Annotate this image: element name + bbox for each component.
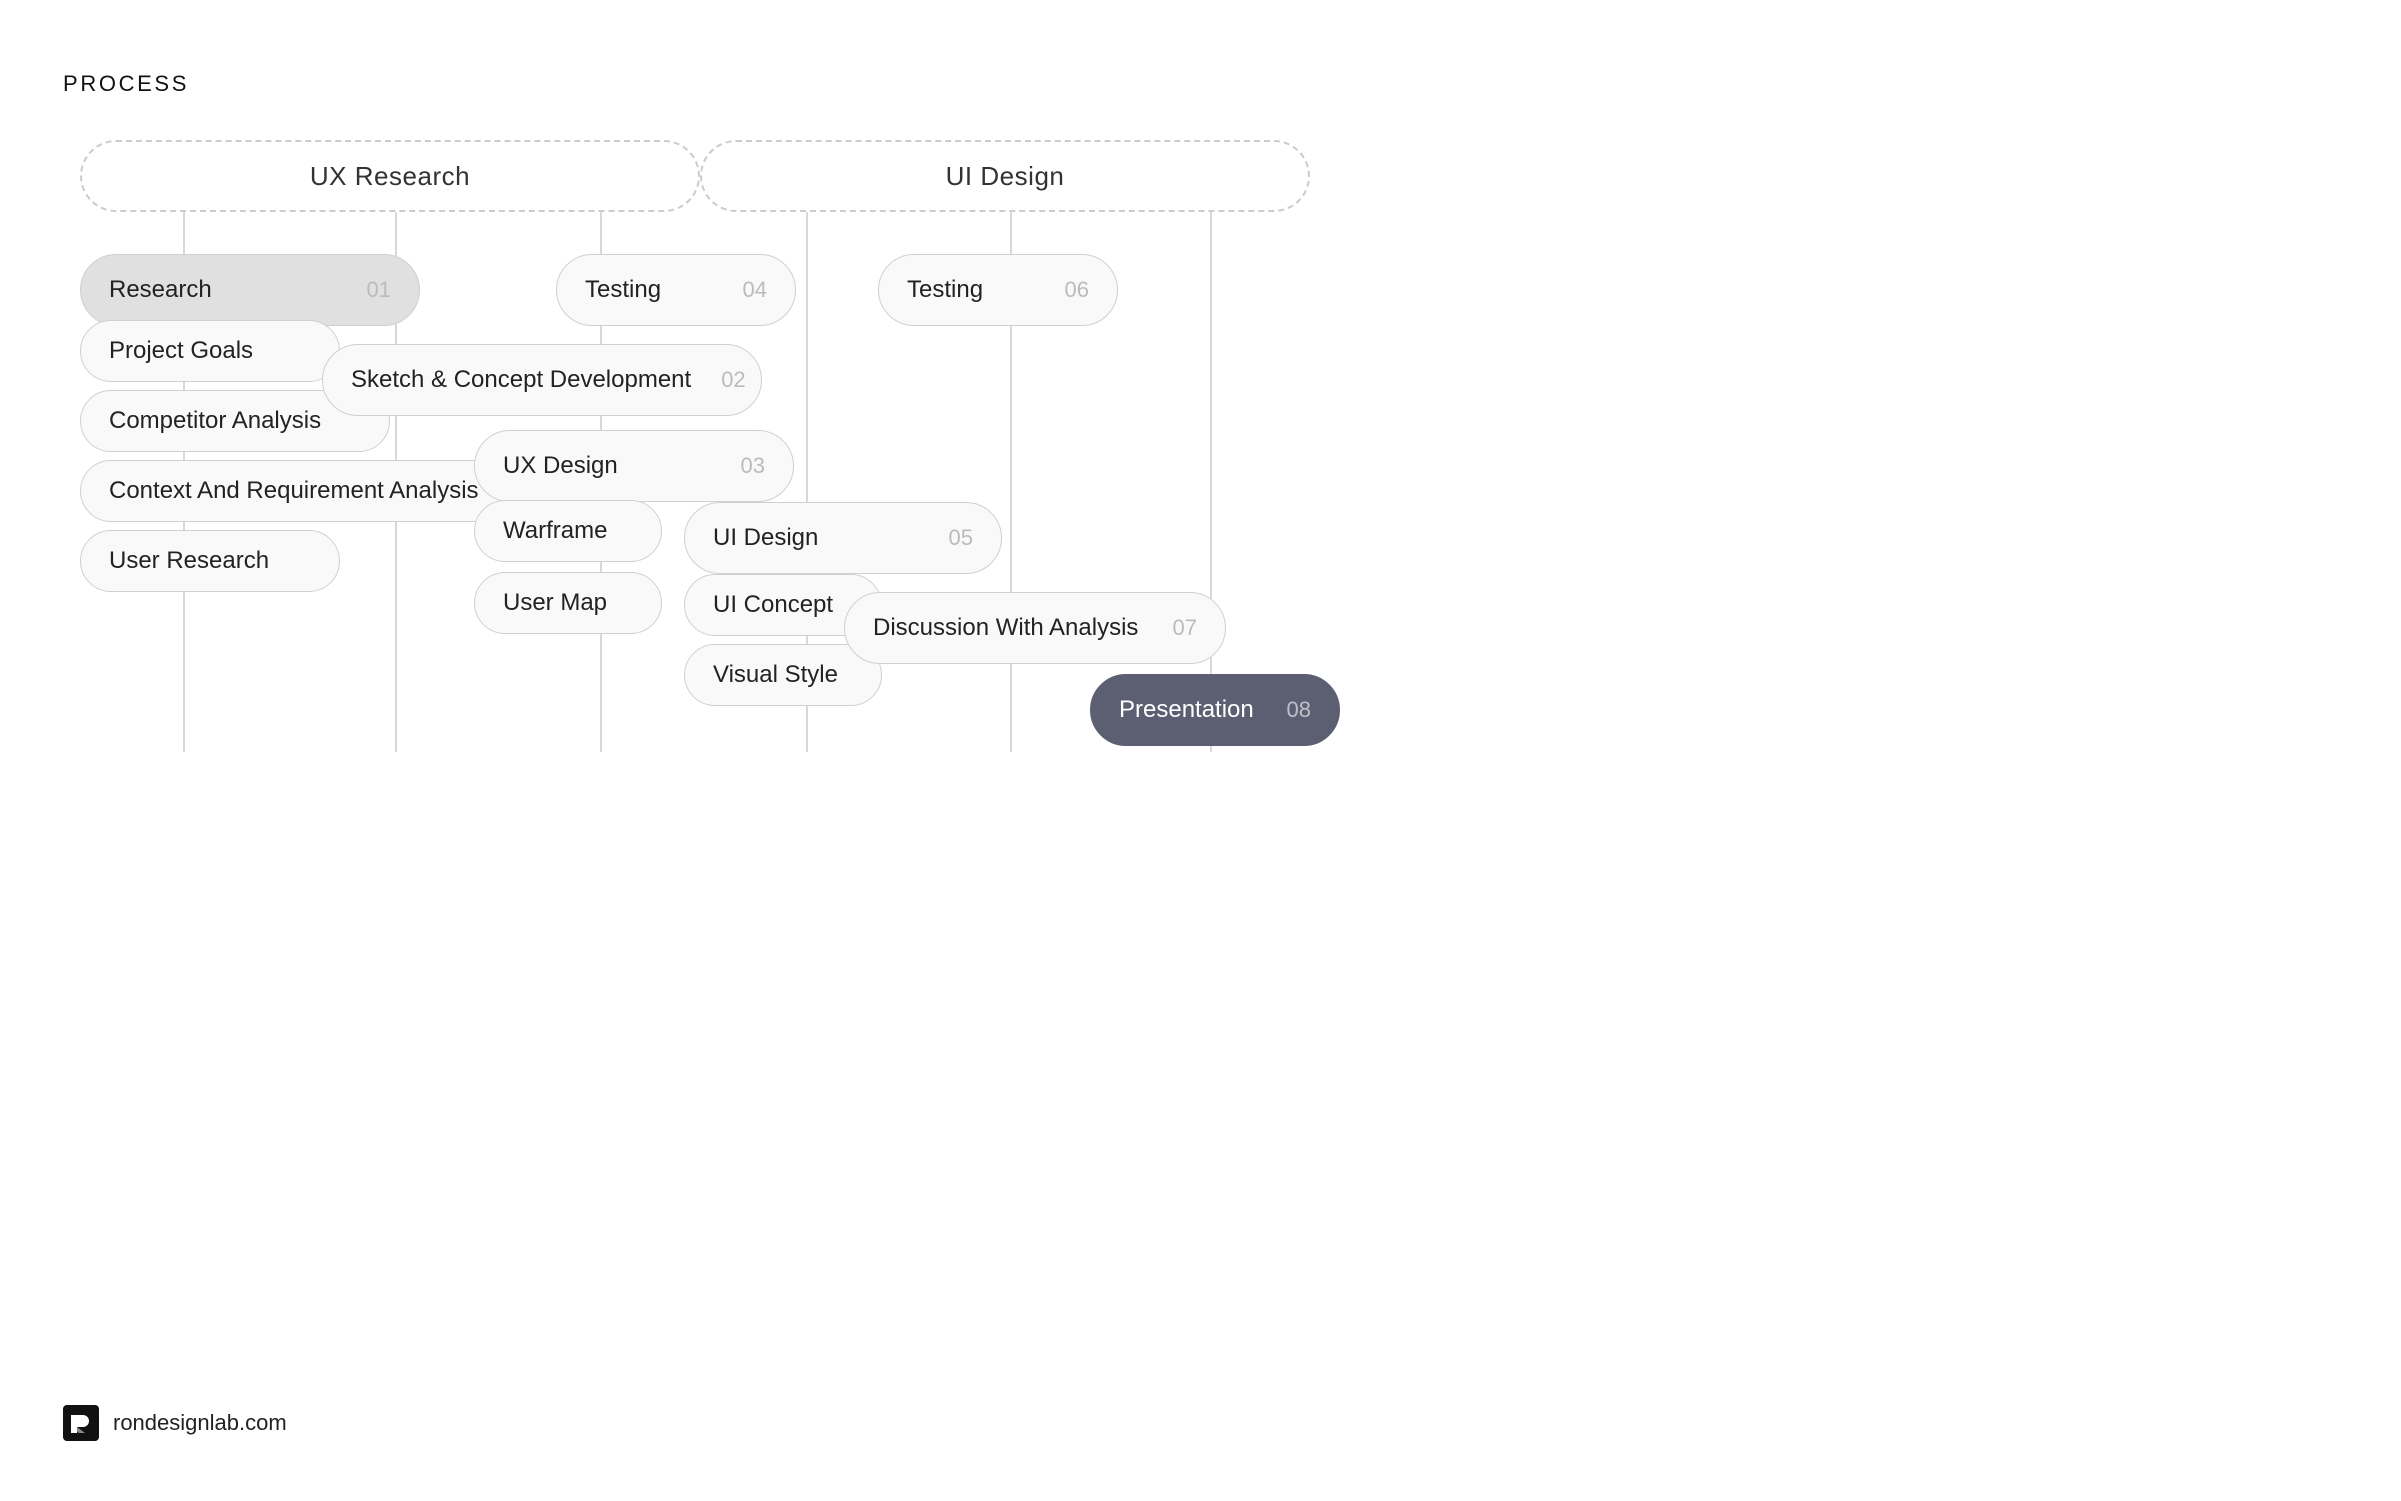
chip-testing06-label: Testing [907,276,983,304]
chip-uidesign-label: UI Design [713,524,818,552]
chip-presentation-label: Presentation [1119,696,1254,724]
chip-project-goals[interactable]: Project Goals [80,320,340,382]
category-ui-label: UI Design [946,161,1065,192]
chip-sketch-label: Sketch & Concept Development [351,366,691,394]
chip-uiconcept-label: UI Concept [713,591,833,619]
chip-presentation[interactable]: Presentation 08 [1090,674,1340,746]
chip-uidesign-num: 05 [919,525,973,551]
chip-testing04-num: 04 [713,277,767,303]
chip-usermap-label: User Map [503,589,607,617]
chip-sketch-concept[interactable]: Sketch & Concept Development 02 [322,344,762,416]
chip-user-research-label: User Research [109,547,269,575]
chip-visual-style[interactable]: Visual Style [684,644,882,706]
connector-line-far-right [1210,212,1212,752]
chip-discussion-label: Discussion With Analysis [873,614,1138,642]
chip-uxdesign-label: UX Design [503,452,618,480]
chip-research-num: 01 [337,277,391,303]
chip-sketch-num: 02 [691,367,745,393]
footer-url: rondesignlab.com [113,1410,287,1436]
chip-competitor-analysis-label: Competitor Analysis [109,407,321,435]
chip-testing04-label: Testing [585,276,661,304]
chip-testing-04[interactable]: Testing 04 [556,254,796,326]
chip-project-goals-label: Project Goals [109,337,253,365]
chip-ui-design-05[interactable]: UI Design 05 [684,502,1002,574]
logo-icon [63,1405,99,1441]
chip-user-research[interactable]: User Research [80,530,340,592]
page-title: PROCESS [63,71,189,97]
chip-discussion-analysis[interactable]: Discussion With Analysis 07 [844,592,1226,664]
chip-visualstyle-label: Visual Style [713,661,838,689]
footer: rondesignlab.com [63,1405,287,1441]
chip-testing-06[interactable]: Testing 06 [878,254,1118,326]
chip-research[interactable]: Research 01 [80,254,420,326]
chip-user-map[interactable]: User Map [474,572,662,634]
chip-presentation-num: 08 [1257,697,1311,723]
category-ui-design: UI Design [700,140,1310,212]
chip-testing06-num: 06 [1035,277,1089,303]
chip-research-label: Research [109,276,212,304]
chip-discussion-num: 07 [1143,615,1197,641]
chip-warframe[interactable]: Warframe [474,500,662,562]
chip-ux-design[interactable]: UX Design 03 [474,430,794,502]
category-ux-label: UX Research [310,161,470,192]
chip-warframe-label: Warframe [503,517,607,545]
category-ux-research: UX Research [80,140,700,212]
chip-context-requirement[interactable]: Context And Requirement Analysis [80,460,530,522]
chip-uxdesign-num: 03 [711,453,765,479]
chip-context-label: Context And Requirement Analysis [109,477,479,505]
